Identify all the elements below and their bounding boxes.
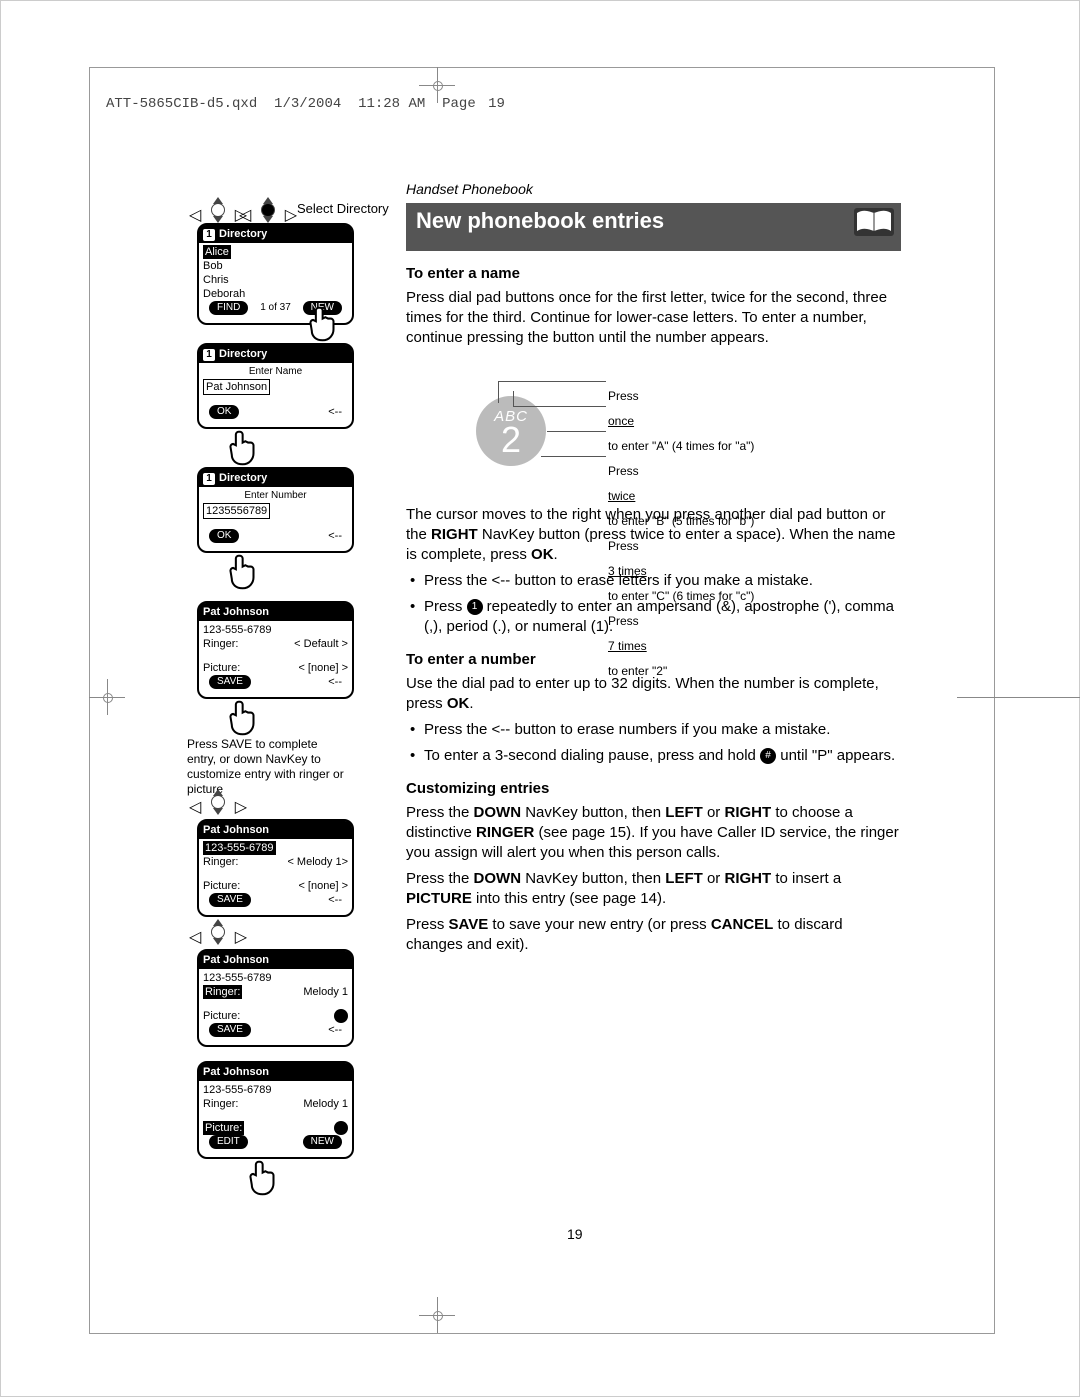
navkey-label: Select Directory (297, 201, 389, 216)
navkey-icon: ◁▷ (197, 923, 239, 941)
key-1-icon: 1 (467, 599, 483, 615)
picture-thumb-icon (334, 1009, 348, 1023)
heading-enter-number: To enter a number (406, 651, 901, 668)
para-ringer: Press the DOWN NavKey button, then LEFT … (406, 803, 901, 863)
main-content-cont: The cursor moves to the right when you p… (406, 499, 901, 961)
para-cursor: The cursor moves to the right when you p… (406, 505, 901, 565)
pointing-hand-icon (227, 699, 261, 737)
leader-line (498, 381, 499, 403)
back-softkey: <-- (328, 529, 342, 543)
leader-line (513, 406, 606, 407)
para-picture: Press the DOWN NavKey button, then LEFT … (406, 869, 901, 909)
bullet-erase-numbers: Press the <-- button to erase numbers if… (410, 720, 901, 740)
screen-entry-ringer-hi: Pat Johnson 123-555-6789 Ringer:Melody 1… (197, 949, 354, 1047)
navkey-icon: ◁▷ (247, 201, 289, 219)
edit-softkey: EDIT (209, 1135, 248, 1149)
leader-line (498, 381, 606, 382)
leader-line (541, 456, 606, 457)
number-input-preview: 1235556789 (203, 503, 270, 519)
back-softkey: <-- (328, 675, 342, 689)
header-date: 1/3/2004 (274, 96, 341, 112)
screen-entry-melody: Pat Johnson 123-555-6789 Ringer:< Melody… (197, 819, 354, 917)
header-page-num: 19 (488, 96, 505, 112)
heading-customizing: Customizing entries (406, 780, 901, 797)
registration-mark-icon (419, 1297, 455, 1333)
bullet-erase-letters: Press the <-- button to erase letters if… (410, 571, 901, 591)
pointing-hand-icon (307, 305, 341, 343)
pointing-hand-icon (227, 553, 261, 591)
name-input-preview: Pat Johnson (203, 379, 270, 395)
ok-softkey: OK (209, 529, 239, 543)
para-save: Press SAVE to save your new entry (or pr… (406, 915, 901, 955)
bullet-ampersand: Press 1 repeatedly to enter an ampersand… (410, 597, 901, 637)
back-softkey: <-- (328, 405, 342, 419)
registration-mark-icon (419, 67, 455, 103)
header-time: 11:28 AM (358, 96, 425, 112)
heading-enter-name: To enter a name (406, 265, 901, 282)
back-softkey: <-- (328, 893, 342, 907)
back-softkey: <-- (328, 1023, 342, 1037)
key-hash-icon: # (760, 748, 776, 764)
para-enter-name: Press dial pad buttons once for the firs… (406, 288, 901, 348)
pointing-hand-icon (227, 429, 261, 467)
section-title: New phonebook entries (416, 208, 664, 233)
navkey-icon: ◁▷ (197, 201, 239, 219)
registration-mark-icon (957, 679, 1080, 715)
bullet-pause: To enter a 3-second dialing pause, press… (410, 746, 901, 766)
page-number: 19 (567, 1226, 583, 1242)
screen-entry-picture-hi: Pat Johnson 123-555-6789 Ringer:Melody 1… (197, 1061, 354, 1159)
screen-enter-number: 1Directory Enter Number 1235556789 OK <-… (197, 467, 354, 553)
find-softkey: FIND (209, 301, 248, 315)
screen-entry-defaults: Pat Johnson 123-555-6789 Ringer:< Defaul… (197, 601, 354, 699)
para-enter-number: Use the dial pad to enter up to 32 digit… (406, 674, 901, 714)
new-softkey: NEW (303, 1135, 342, 1149)
registration-mark-icon (89, 679, 125, 715)
picture-thumb-icon (334, 1121, 348, 1135)
section-subtitle: Handset Phonebook (406, 181, 901, 197)
header-file: ATT-5865CIB-d5.qxd (106, 96, 257, 112)
save-softkey: SAVE (209, 893, 251, 907)
save-softkey: SAVE (209, 675, 251, 689)
leader-line (547, 431, 606, 432)
navkey-icon: ◁▷ (197, 793, 239, 811)
main-content: Handset Phonebook New phonebook entries … (406, 181, 901, 354)
section-title-bar: New phonebook entries (406, 203, 901, 251)
save-softkey: SAVE (209, 1023, 251, 1037)
screen-enter-name: 1Directory Enter Name Pat Johnson OK <-- (197, 343, 354, 429)
ok-softkey: OK (209, 405, 239, 419)
side-caption: Press SAVE to complete entry, or down Na… (187, 737, 347, 797)
phonebook-icon (853, 207, 895, 237)
pointing-hand-icon (247, 1159, 281, 1197)
leader-line (513, 391, 514, 407)
